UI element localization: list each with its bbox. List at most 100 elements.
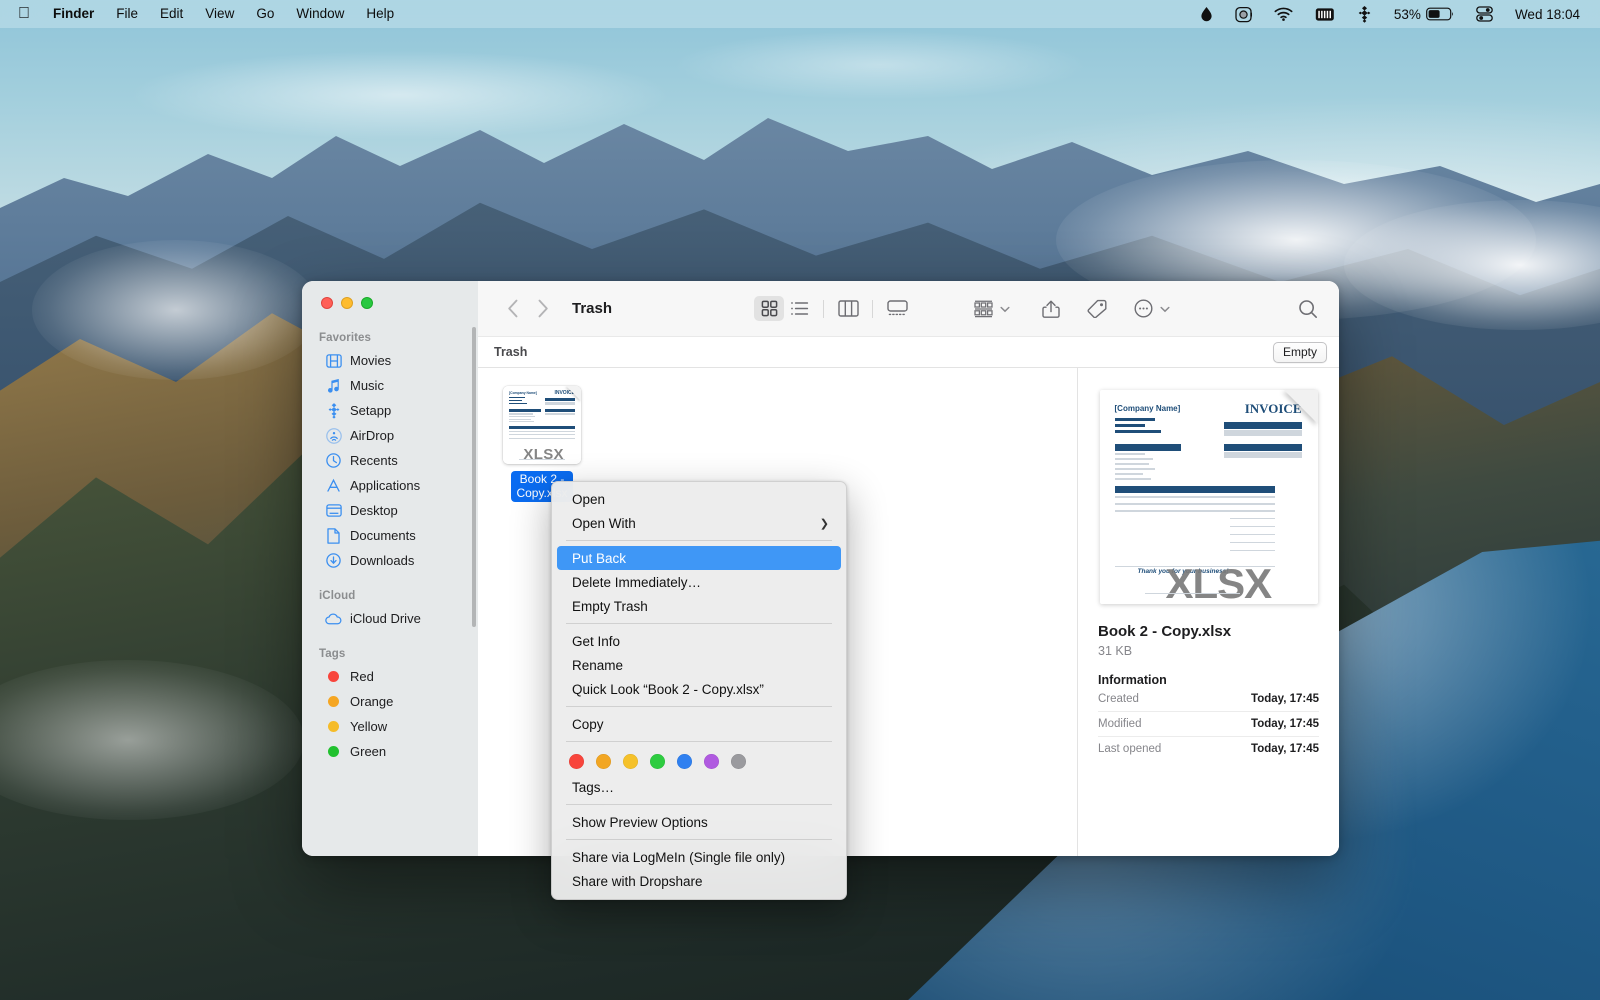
zoom-button[interactable] xyxy=(361,297,373,309)
sidebar-item-recents[interactable]: Recents xyxy=(308,448,472,473)
search-icon[interactable] xyxy=(1293,296,1323,321)
sidebar-item-label: Orange xyxy=(350,694,394,709)
clock-icon xyxy=(325,452,342,469)
tag-dot-icon xyxy=(325,743,342,760)
sidebar-item-tag-yellow[interactable]: Yellow xyxy=(308,714,472,739)
context-menu-item-open-with[interactable]: Open With ❯ xyxy=(557,511,841,535)
group-by-button[interactable] xyxy=(968,296,1010,321)
minimize-button[interactable] xyxy=(341,297,353,309)
context-menu-item-empty-trash[interactable]: Empty Trash xyxy=(557,594,841,618)
film-icon xyxy=(325,352,342,369)
sidebar-item-label: Documents xyxy=(350,528,416,543)
context-menu-item-delete-immediately[interactable]: Delete Immediately… xyxy=(557,570,841,594)
share-icon[interactable] xyxy=(1036,296,1066,321)
music-note-icon xyxy=(325,377,342,394)
context-menu-item-open[interactable]: Open xyxy=(557,487,841,511)
more-actions-button[interactable] xyxy=(1128,296,1170,321)
context-menu-item-copy[interactable]: Copy xyxy=(557,712,841,736)
tag-icon[interactable] xyxy=(1082,296,1112,321)
context-menu-item-get-info[interactable]: Get Info xyxy=(557,629,841,653)
page-title: Trash xyxy=(572,300,613,317)
chevron-down-icon[interactable] xyxy=(1160,300,1170,318)
menu-item-finder[interactable]: Finder xyxy=(42,3,105,25)
preview-thumbnail: [Company Name] INVOICE Thank you for you… xyxy=(1099,390,1318,607)
context-menu-item-label: Quick Look “Book 2 - Copy.xlsx” xyxy=(572,681,764,697)
context-menu-item-label: Show Preview Options xyxy=(572,814,708,830)
battery-status[interactable]: 53% xyxy=(1383,7,1465,22)
menu-item-go[interactable]: Go xyxy=(245,3,285,25)
sidebar-item-label: Recents xyxy=(350,453,398,468)
context-menu-item-label: Copy xyxy=(572,716,604,732)
context-menu-item-quick-look[interactable]: Quick Look “Book 2 - Copy.xlsx” xyxy=(557,677,841,701)
toolbar-divider xyxy=(872,299,874,318)
context-menu-separator xyxy=(566,706,832,707)
context-menu-item-put-back[interactable]: Put Back xyxy=(557,546,841,570)
battery-health-icon[interactable] xyxy=(1304,7,1346,22)
sidebar-item-label: Yellow xyxy=(350,719,388,734)
context-menu-item-label: Rename xyxy=(572,657,624,673)
camera-icon[interactable] xyxy=(1224,6,1263,23)
menu-item-view[interactable]: View xyxy=(194,3,245,25)
group-by-icon[interactable] xyxy=(968,296,998,321)
tag-swatch-red[interactable] xyxy=(569,754,584,769)
menu-bar-clock[interactable]: Wed 18:04 xyxy=(1504,7,1586,22)
sidebar-item-label: Applications xyxy=(350,478,421,493)
tag-swatch-green[interactable] xyxy=(650,754,665,769)
context-menu-item-share-logmein[interactable]: Share via LogMeIn (Single file only) xyxy=(557,845,841,869)
tag-swatch-gray[interactable] xyxy=(731,754,746,769)
sidebar-item-setapp[interactable]: Setapp xyxy=(308,398,472,423)
info-key: Last opened xyxy=(1098,743,1162,755)
sidebar-item-documents[interactable]: Documents xyxy=(308,523,472,548)
setapp-icon[interactable] xyxy=(1346,5,1383,23)
context-menu-item-share-dropshare[interactable]: Share with Dropshare xyxy=(557,869,841,893)
context-menu-item-rename[interactable]: Rename xyxy=(557,653,841,677)
list-view-icon[interactable] xyxy=(784,296,814,321)
tag-swatch-orange[interactable] xyxy=(596,754,611,769)
sidebar-section-tags: Tags xyxy=(319,648,346,660)
sidebar-item-airdrop[interactable]: AirDrop xyxy=(308,423,472,448)
tag-swatch-blue[interactable] xyxy=(677,754,692,769)
sidebar-item-tag-green[interactable]: Green xyxy=(308,739,472,764)
wifi-icon[interactable] xyxy=(1263,7,1304,21)
sidebar-item-movies[interactable]: Movies xyxy=(308,348,472,373)
sidebar-item-tag-orange[interactable]: Orange xyxy=(308,689,472,714)
sidebar-item-desktop[interactable]: Desktop xyxy=(308,498,472,523)
tag-swatch-purple[interactable] xyxy=(704,754,719,769)
more-actions-icon[interactable] xyxy=(1128,296,1158,321)
gallery-view-icon[interactable] xyxy=(882,296,912,321)
chevron-down-icon[interactable] xyxy=(1000,300,1010,318)
menu-item-window[interactable]: Window xyxy=(285,3,355,25)
preview-file-size: 31 KB xyxy=(1098,644,1133,658)
empty-trash-button[interactable]: Empty xyxy=(1272,341,1327,363)
sidebar-item-downloads[interactable]: Downloads xyxy=(308,548,472,573)
menu-item-help[interactable]: Help xyxy=(355,3,405,25)
context-menu: Open Open With ❯ Put Back Delete Immedia… xyxy=(551,481,847,900)
context-menu-separator xyxy=(566,804,832,805)
context-menu-item-show-preview-options[interactable]: Show Preview Options xyxy=(557,810,841,834)
view-mode-group xyxy=(754,296,912,321)
close-button[interactable] xyxy=(321,297,333,309)
sidebar-item-icloud-drive[interactable]: iCloud Drive xyxy=(308,606,472,631)
column-view-icon[interactable] xyxy=(833,296,863,321)
control-center-icon[interactable] xyxy=(1465,6,1504,22)
tag-swatch-yellow[interactable] xyxy=(623,754,638,769)
sidebar-item-label: Setapp xyxy=(350,403,392,418)
info-value: Today, 17:45 xyxy=(1251,718,1319,730)
cloud-wisp xyxy=(128,50,672,140)
context-menu-item-label: Get Info xyxy=(572,633,621,649)
xlsx-file-icon[interactable]: [Company Name] INVOICE XLSX xyxy=(503,386,581,464)
back-button[interactable] xyxy=(498,299,528,318)
menu-item-edit[interactable]: Edit xyxy=(149,3,194,25)
context-menu-item-tags[interactable]: Tags… xyxy=(557,775,841,799)
icon-view-icon[interactable] xyxy=(754,296,785,321)
apple-logo-icon[interactable]:  xyxy=(14,6,42,22)
sidebar-item-tag-red[interactable]: Red xyxy=(308,664,472,689)
menu-item-file[interactable]: File xyxy=(105,3,149,25)
sidebar-scrollbar[interactable] xyxy=(472,327,476,627)
forward-button[interactable] xyxy=(528,299,558,318)
sidebar-item-applications[interactable]: Applications xyxy=(308,473,472,498)
droplet-icon[interactable] xyxy=(1189,6,1224,22)
sidebar-item-label: Red xyxy=(350,669,374,684)
preview-file-name: Book 2 - Copy.xlsx xyxy=(1098,623,1232,640)
sidebar-item-music[interactable]: Music xyxy=(308,373,472,398)
